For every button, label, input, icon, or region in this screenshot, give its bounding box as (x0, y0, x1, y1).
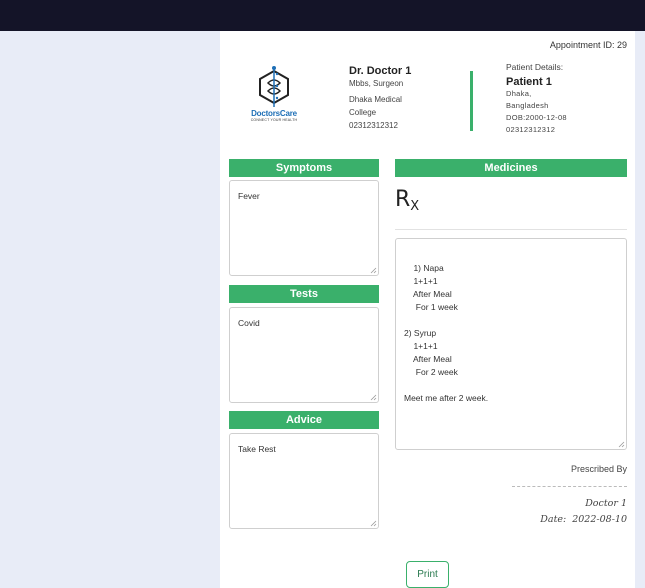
prescription-sheet: Appointment ID: 29 DoctorsCare CONNECT Y… (220, 31, 635, 588)
tests-heading: Tests (229, 285, 379, 303)
rx-symbol: RX (395, 187, 419, 214)
advice-heading: Advice (229, 411, 379, 429)
logo-brand-text: DoctorsCare (251, 109, 297, 118)
tests-text: Covid (238, 318, 260, 328)
doctor-degree: Mbbs, Surgeon (349, 79, 404, 88)
symptoms-textarea[interactable]: Fever (229, 180, 379, 276)
patient-address-line1: Dhaka, (506, 89, 532, 98)
caduceus-logo-icon (259, 66, 289, 107)
patient-address-line2: Bangladesh (506, 101, 549, 110)
signature-line (512, 486, 627, 487)
appointment-id-value: 29 (616, 40, 627, 50)
doctor-hospital-line2: College (349, 108, 377, 117)
print-button[interactable]: Print (406, 561, 449, 588)
patient-phone: 02312312312 (506, 125, 556, 134)
medicines-heading: Medicines (395, 159, 627, 177)
top-navbar (0, 0, 645, 31)
doctor-name: Dr. Doctor 1 (349, 65, 412, 77)
resize-grip-icon[interactable] (370, 267, 377, 274)
patient-name: Patient 1 (506, 76, 552, 88)
logo-tagline: CONNECT YOUR HEALTH (250, 118, 298, 122)
prescribed-by-label: Prescribed By (570, 464, 627, 474)
signature-name: Doctor 1 (585, 498, 627, 509)
header-divider (470, 71, 473, 131)
patient-details-label: Patient Details: (506, 62, 564, 72)
advice-text: Take Rest (238, 444, 276, 454)
doctor-details: Dr. Doctor 1 Mbbs, Surgeon Dhaka Medical… (349, 65, 449, 132)
patient-details: Patient Details: Patient 1 Dhaka, Bangla… (506, 62, 626, 136)
medicines-text: 1) Napa 1+1+1 After Meal For 1 week 2) S… (404, 263, 489, 403)
date-value: 2022-08-10 (572, 514, 627, 525)
signature-date: Date: 2022-08-10 (540, 514, 627, 525)
doctor-hospital-line1: Dhaka Medical (349, 95, 402, 104)
appointment-id-label: Appointment ID: (549, 40, 615, 50)
rx-main: R (395, 187, 411, 212)
left-panel (0, 31, 220, 588)
advice-textarea[interactable]: Take Rest (229, 433, 379, 529)
patient-dob: DOB:2000-12-08 (506, 113, 567, 122)
rx-sub: X (410, 199, 420, 214)
tests-textarea[interactable]: Covid (229, 307, 379, 403)
symptoms-text: Fever (238, 191, 260, 201)
rx-divider (395, 229, 627, 230)
resize-grip-icon[interactable] (370, 394, 377, 401)
appointment-id: Appointment ID: 29 (550, 40, 627, 50)
right-margin (635, 31, 645, 588)
doctorscare-logo: DoctorsCare CONNECT YOUR HEALTH (244, 65, 304, 127)
resize-grip-icon[interactable] (370, 520, 377, 527)
resize-grip-icon[interactable] (618, 441, 625, 448)
medicines-textarea[interactable]: 1) Napa 1+1+1 After Meal For 1 week 2) S… (395, 238, 627, 450)
date-label: Date: (540, 514, 567, 525)
doctor-phone: 02312312312 (349, 121, 398, 130)
symptoms-heading: Symptoms (229, 159, 379, 177)
